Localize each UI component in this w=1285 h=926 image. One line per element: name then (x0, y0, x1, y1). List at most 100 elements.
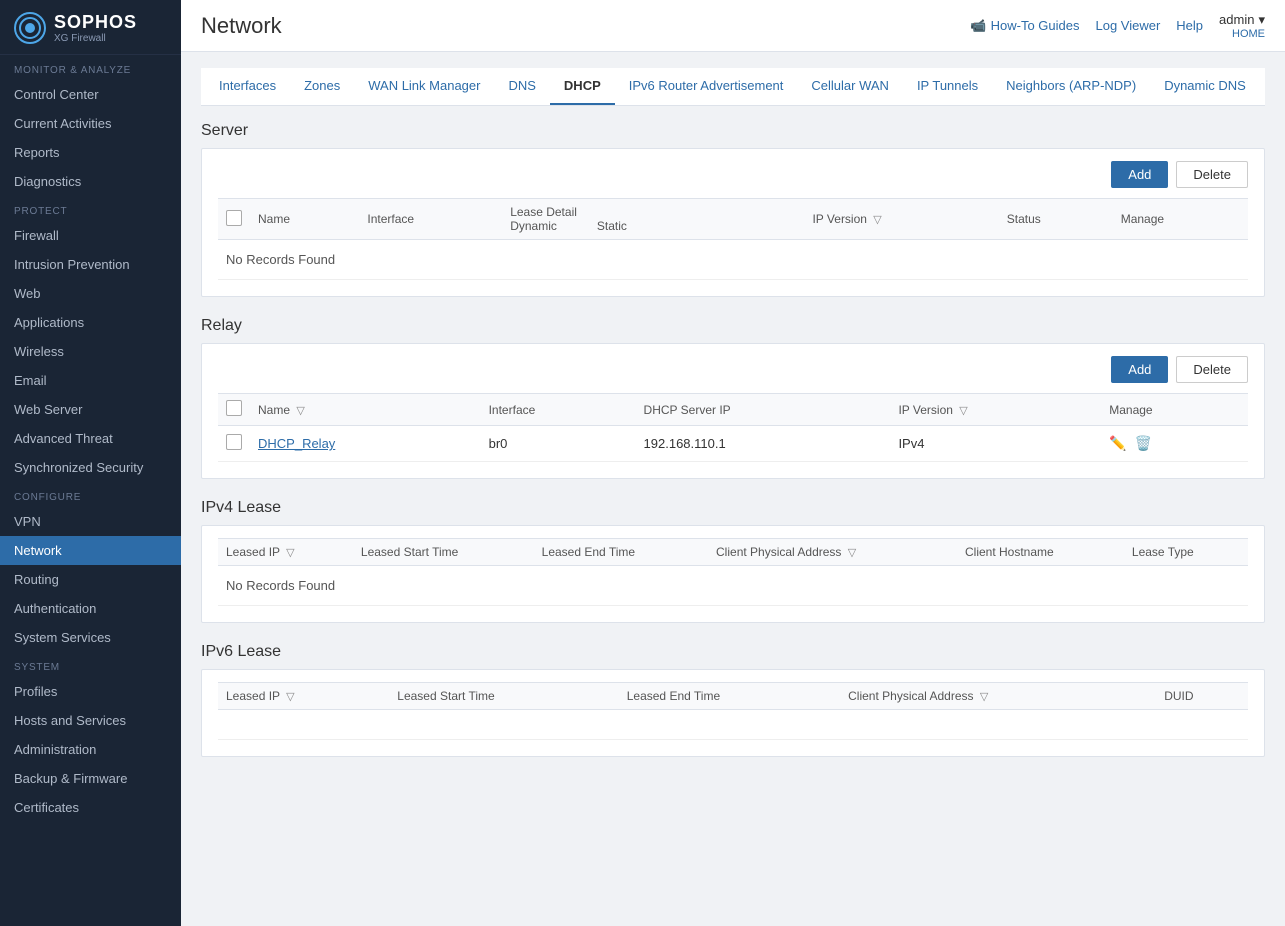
content-area: Interfaces Zones WAN Link Manager DNS DH… (181, 52, 1285, 926)
ipv4-leased-ip-filter-icon[interactable]: ▽ (286, 547, 294, 559)
sidebar-item-reports[interactable]: Reports (0, 138, 181, 167)
sidebar-section-configure: CONFIGURE VPN Network Routing Authentica… (0, 482, 181, 652)
tab-neighbors[interactable]: Neighbors (ARP-NDP) (992, 68, 1150, 105)
sidebar-item-advanced-threat[interactable]: Advanced Threat (0, 424, 181, 453)
relay-table: Name ▽ Interface DHCP Server IP IP Versi… (218, 393, 1248, 462)
ipv4-lease-card: Leased IP ▽ Leased Start Time Leased End… (201, 525, 1265, 623)
tab-wan-link-manager[interactable]: WAN Link Manager (354, 68, 494, 105)
relay-col-dhcp-server-ip: DHCP Server IP (636, 394, 891, 426)
ipv6-empty-row (218, 710, 1248, 740)
sidebar-item-routing[interactable]: Routing (0, 565, 181, 594)
section-label-monitor: MONITOR & ANALYZE (0, 55, 181, 80)
server-select-all-checkbox[interactable] (226, 210, 242, 226)
tab-dns[interactable]: DNS (494, 68, 549, 105)
sidebar-item-network[interactable]: Network (0, 536, 181, 565)
admin-home-link[interactable]: HOME (1232, 28, 1265, 40)
how-to-guides-link[interactable]: 📹 How-To Guides (970, 18, 1079, 34)
section-label-system: SYSTEM (0, 652, 181, 677)
tab-cellular-wan[interactable]: Cellular WAN (797, 68, 903, 105)
sidebar-item-hosts-and-services[interactable]: Hosts and Services (0, 706, 181, 735)
relay-card: Add Delete Name ▽ Interface (201, 343, 1265, 479)
relay-name-filter-icon[interactable]: ▽ (296, 405, 304, 417)
help-link[interactable]: Help (1176, 18, 1203, 33)
relay-add-button[interactable]: Add (1111, 356, 1168, 383)
ipv6-col-end-time: Leased End Time (619, 683, 840, 710)
ipv6-lease-table: Leased IP ▽ Leased Start Time Leased End… (218, 682, 1248, 740)
relay-name-link[interactable]: DHCP_Relay (258, 436, 335, 451)
sidebar-item-vpn[interactable]: VPN (0, 507, 181, 536)
ipv6-col-duid: DUID (1156, 683, 1248, 710)
relay-row-checkbox[interactable] (226, 434, 242, 450)
chevron-down-icon: ▾ (1258, 12, 1265, 28)
sidebar-item-synchronized-security[interactable]: Synchronized Security (0, 453, 181, 482)
section-label-configure: CONFIGURE (0, 482, 181, 507)
sidebar-item-email[interactable]: Email (0, 366, 181, 395)
ipv6-client-physical-filter-icon[interactable]: ▽ (980, 691, 988, 703)
relay-delete-icon[interactable]: 🗑️ (1135, 435, 1152, 452)
sidebar-section-system: SYSTEM Profiles Hosts and Services Admin… (0, 652, 181, 822)
sidebar-item-wireless[interactable]: Wireless (0, 337, 181, 366)
relay-row-manage: ✏️ 🗑️ (1101, 426, 1248, 462)
sidebar-item-diagnostics[interactable]: Diagnostics (0, 167, 181, 196)
tab-bar: Interfaces Zones WAN Link Manager DNS DH… (201, 68, 1265, 106)
server-col-ip-version: IP Version ▽ (804, 199, 998, 240)
tab-dynamic-dns[interactable]: Dynamic DNS (1150, 68, 1260, 105)
admin-name[interactable]: admin ▾ (1219, 12, 1265, 28)
server-section-title: Server (201, 122, 1265, 140)
tab-zones[interactable]: Zones (290, 68, 354, 105)
ipv6-col-leased-ip: Leased IP ▽ (218, 683, 389, 710)
sidebar-item-applications[interactable]: Applications (0, 308, 181, 337)
server-delete-button[interactable]: Delete (1176, 161, 1248, 188)
relay-row-checkbox-cell (218, 426, 250, 462)
logo-icon (14, 12, 46, 44)
relay-delete-button[interactable]: Delete (1176, 356, 1248, 383)
ipv4-no-records: No Records Found (218, 566, 1248, 606)
sidebar-item-authentication[interactable]: Authentication (0, 594, 181, 623)
relay-select-all-checkbox[interactable] (226, 400, 242, 416)
tab-interfaces[interactable]: Interfaces (205, 68, 290, 105)
table-row: DHCP_Relay br0 192.168.110.1 IPv4 (218, 426, 1248, 462)
sidebar-item-administration[interactable]: Administration (0, 735, 181, 764)
relay-ip-version-filter-icon[interactable]: ▽ (959, 405, 967, 417)
ipv4-no-records-row: No Records Found (218, 566, 1248, 606)
server-no-records-row: No Records Found (218, 240, 1248, 280)
sidebar-item-intrusion-prevention[interactable]: Intrusion Prevention (0, 250, 181, 279)
tab-ip-tunnels[interactable]: IP Tunnels (903, 68, 992, 105)
server-col-interface: Interface (359, 199, 502, 240)
top-actions: 📹 How-To Guides Log Viewer Help admin ▾ … (970, 12, 1265, 40)
sidebar: SOPHOS XG Firewall MONITOR & ANALYZE Con… (0, 0, 181, 926)
sidebar-item-system-services[interactable]: System Services (0, 623, 181, 652)
log-viewer-link[interactable]: Log Viewer (1095, 18, 1160, 33)
ipv4-client-physical-filter-icon[interactable]: ▽ (848, 547, 856, 559)
relay-section-title: Relay (201, 317, 1265, 335)
tab-dhcp[interactable]: DHCP (550, 68, 615, 105)
ipv4-lease-section-title: IPv4 Lease (201, 499, 1265, 517)
sidebar-item-web-server[interactable]: Web Server (0, 395, 181, 424)
sidebar-item-firewall[interactable]: Firewall (0, 221, 181, 250)
ipv6-col-start-time: Leased Start Time (389, 683, 618, 710)
ipv4-col-client-physical: Client Physical Address ▽ (708, 539, 957, 566)
sidebar-item-certificates[interactable]: Certificates (0, 793, 181, 822)
server-add-button[interactable]: Add (1111, 161, 1168, 188)
sidebar-item-current-activities[interactable]: Current Activities (0, 109, 181, 138)
sidebar-item-web[interactable]: Web (0, 279, 181, 308)
relay-header-checkbox (218, 394, 250, 426)
ipv6-lease-card: Leased IP ▽ Leased Start Time Leased End… (201, 669, 1265, 757)
main-area: Network 📹 How-To Guides Log Viewer Help … (181, 0, 1285, 926)
ipv4-col-end-time: Leased End Time (534, 539, 708, 566)
sidebar-item-control-center[interactable]: Control Center (0, 80, 181, 109)
sidebar-section-protect: PROTECT Firewall Intrusion Prevention We… (0, 196, 181, 482)
top-bar: Network 📹 How-To Guides Log Viewer Help … (181, 0, 1285, 52)
ipv6-leased-ip-filter-icon[interactable]: ▽ (286, 691, 294, 703)
relay-manage-icons: ✏️ 🗑️ (1109, 435, 1240, 452)
logo: SOPHOS XG Firewall (0, 0, 181, 55)
tab-ipv6-router[interactable]: IPv6 Router Advertisement (615, 68, 798, 105)
cam-icon: 📹 (970, 18, 986, 34)
server-header-checkbox (218, 199, 250, 240)
sidebar-item-profiles[interactable]: Profiles (0, 677, 181, 706)
relay-edit-icon[interactable]: ✏️ (1109, 435, 1126, 452)
brand-sub: XG Firewall (54, 33, 137, 44)
server-ip-version-filter-icon[interactable]: ▽ (873, 214, 881, 226)
relay-col-manage: Manage (1101, 394, 1248, 426)
sidebar-item-backup-firmware[interactable]: Backup & Firmware (0, 764, 181, 793)
